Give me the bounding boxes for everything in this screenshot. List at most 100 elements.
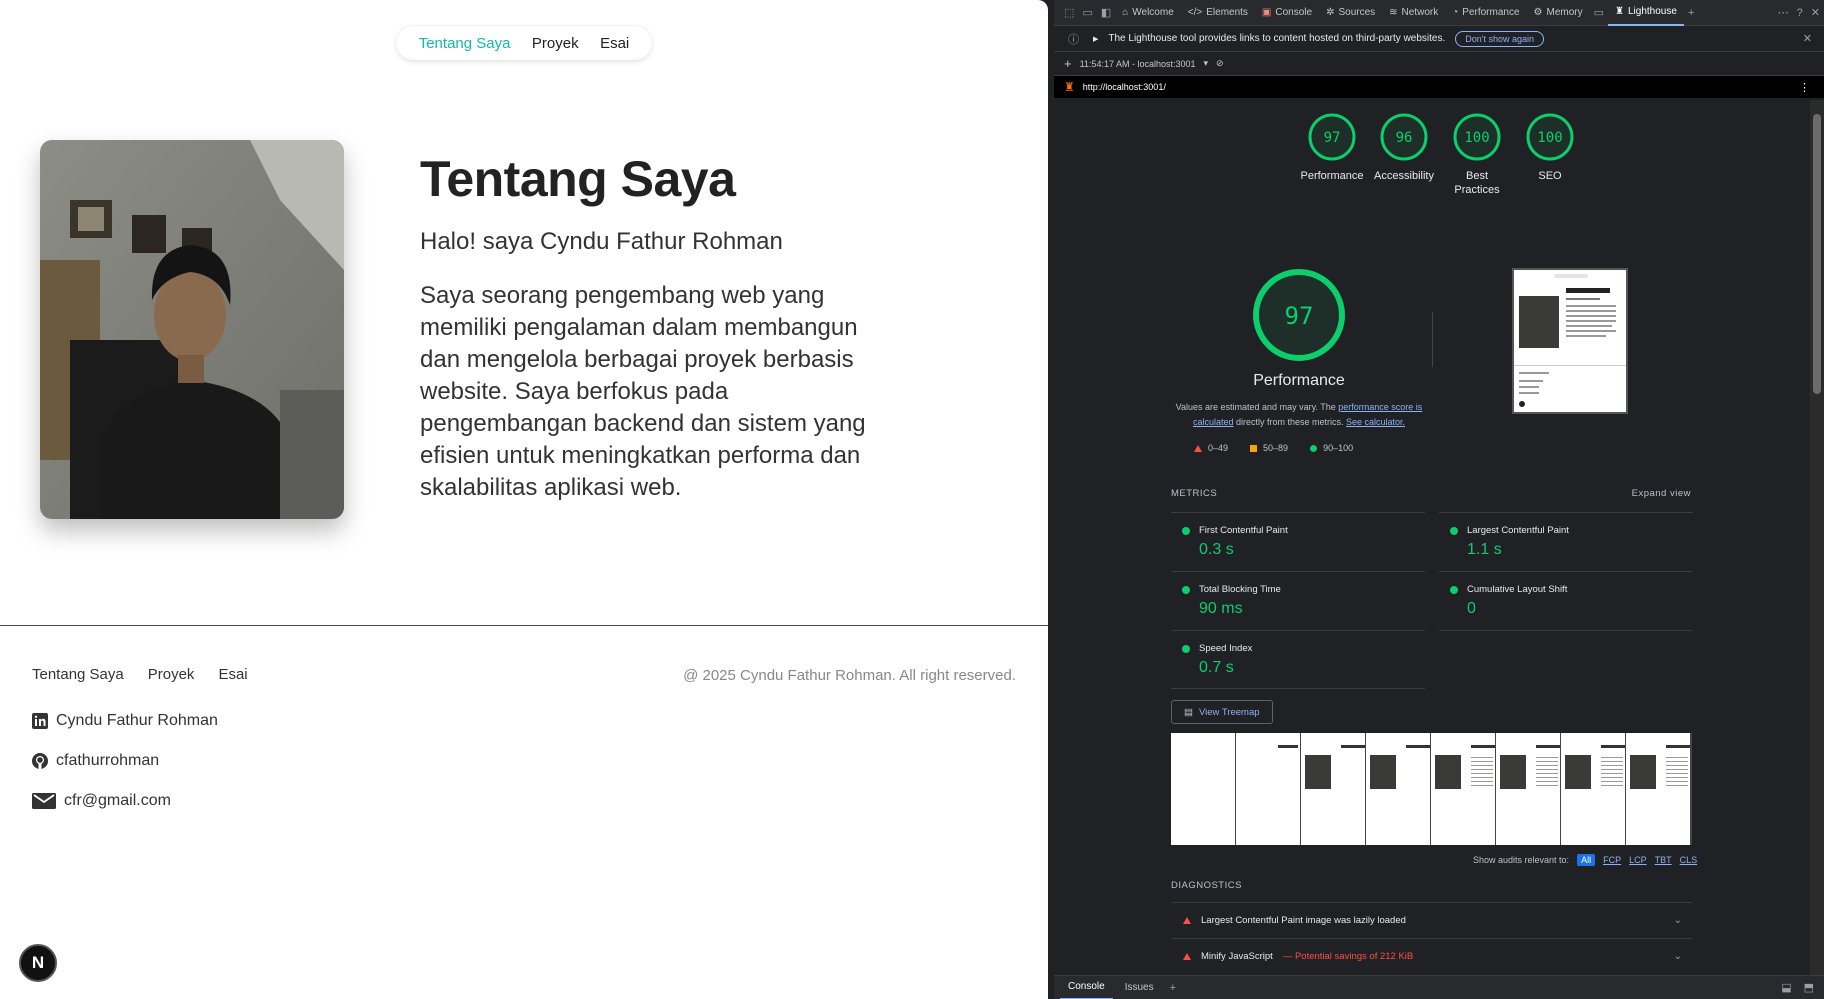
- add-tab-icon[interactable]: +: [1684, 7, 1698, 19]
- tab-memory[interactable]: ⚙ Memory: [1527, 0, 1590, 26]
- expand-arrow-icon[interactable]: ▶: [1093, 35, 1098, 43]
- filmstrip-frame: [1431, 733, 1495, 845]
- home-icon: ⌂: [1122, 7, 1129, 18]
- footer-nav-tentang-saya[interactable]: Tentang Saya: [32, 666, 124, 683]
- report-dropdown[interactable]: 11:54:17 AM - localhost:3001: [1080, 59, 1196, 69]
- linkedin-icon: [32, 713, 48, 729]
- treemap-label: View Treemap: [1198, 706, 1260, 718]
- legend-average: 50–89: [1250, 443, 1288, 453]
- see-calculator-link[interactable]: See calculator.: [1346, 417, 1405, 427]
- treemap-icon: ▤: [1184, 706, 1193, 718]
- info-icon: ⓘ: [1068, 33, 1079, 46]
- email-link[interactable]: cfr@gmail.com: [32, 792, 171, 810]
- menu-icon[interactable]: ⋮: [1799, 81, 1824, 94]
- bio-line: website. Saya berfokus pada: [420, 378, 729, 405]
- performance-big-gauge: 97: [1244, 265, 1354, 368]
- inspect-icon[interactable]: ⬚: [1060, 6, 1078, 19]
- scroll-thumb[interactable]: [1813, 114, 1821, 394]
- filmstrip-frame: [1496, 733, 1560, 845]
- filter-all[interactable]: All: [1577, 854, 1596, 866]
- pass-dot-icon: [1182, 527, 1190, 535]
- drawer-tab-issues[interactable]: Issues: [1117, 976, 1162, 999]
- device-toggle-icon[interactable]: ▭: [1078, 6, 1096, 19]
- filmstrip-frame: [1171, 733, 1235, 845]
- filter-tbt[interactable]: TBT: [1655, 855, 1672, 865]
- copyright-text: @ 2025 Cyndu Fathur Rohman. All right re…: [683, 667, 1016, 684]
- tab-performance[interactable]: ◔ Performance: [1445, 0, 1526, 26]
- metric-divider: [1439, 630, 1693, 631]
- github-link[interactable]: cfathurrohman: [32, 752, 159, 770]
- footer-nav-esai[interactable]: Esai: [218, 666, 247, 683]
- tab-sources[interactable]: ✲ Sources: [1319, 0, 1382, 26]
- report-scrollbar[interactable]: [1810, 100, 1824, 975]
- footer-nav-proyek[interactable]: Proyek: [148, 666, 195, 683]
- more-icon[interactable]: ⋯: [1774, 6, 1793, 19]
- diagnostics-title: DIAGNOSTICS: [1171, 880, 1242, 891]
- score-best-practices[interactable]: 100 Best Practices: [1442, 112, 1512, 197]
- new-report-icon[interactable]: +: [1064, 56, 1072, 71]
- tab-lighthouse[interactable]: ♜ Lighthouse: [1608, 0, 1684, 26]
- score-gauge: 97: [1253, 269, 1345, 361]
- tab-welcome[interactable]: ⌂ Welcome: [1115, 0, 1181, 26]
- footer-divider: [0, 625, 1048, 626]
- big-score-value: 97: [1285, 302, 1314, 330]
- clear-icon[interactable]: ⊘: [1216, 58, 1224, 69]
- tab-label: Sources: [1338, 7, 1376, 18]
- dock-icon[interactable]: ◧: [1097, 6, 1115, 19]
- diagnostic-text: Largest Contentful Paint image was lazil…: [1201, 915, 1406, 926]
- dock-drawer-icon[interactable]: ⬓: [1777, 981, 1795, 994]
- bio-line: dan mengelola berbagai proyek berbasis: [420, 346, 854, 373]
- tab-console[interactable]: ▣ Console: [1255, 0, 1319, 26]
- diagnostic-item[interactable]: Minify JavaScript — Potential savings of…: [1171, 938, 1692, 974]
- help-icon[interactable]: ?: [1793, 7, 1807, 19]
- application-icon[interactable]: ▭: [1590, 6, 1608, 19]
- metric-speed-index: Speed Index 0.7 s: [1171, 630, 1425, 689]
- expand-view-toggle[interactable]: Expand view: [1632, 488, 1691, 499]
- nav-tentang-saya[interactable]: Tentang Saya: [419, 35, 511, 52]
- metric-name: Total Blocking Time: [1199, 584, 1281, 595]
- filmstrip-frame: [1301, 733, 1365, 845]
- filter-fcp[interactable]: FCP: [1603, 855, 1621, 865]
- bio-line: memiliki pengalaman dalam membangun: [420, 314, 858, 341]
- chevron-down-icon: ⌄: [1673, 915, 1682, 926]
- chevron-down-icon[interactable]: ▾: [1204, 58, 1209, 69]
- score-performance[interactable]: 97 Performance: [1297, 112, 1367, 183]
- close-devtools-icon[interactable]: ✕: [1807, 6, 1824, 19]
- filmstrip: [1171, 733, 1692, 845]
- console-icon: ▣: [1261, 7, 1272, 18]
- diagnostic-item[interactable]: Largest Contentful Paint image was lazil…: [1171, 902, 1692, 938]
- drawer-tab-console[interactable]: Console: [1060, 976, 1113, 999]
- report-selector: + 11:54:17 AM - localhost:3001 ▾ ⊘: [1054, 52, 1824, 76]
- tab-network[interactable]: ≋ Network: [1382, 0, 1445, 26]
- lighthouse-logo-icon: ♜: [1064, 80, 1075, 94]
- view-treemap-button[interactable]: ▤ View Treemap: [1171, 700, 1273, 724]
- close-notice-icon[interactable]: ✕: [1799, 32, 1824, 45]
- filter-lcp[interactable]: LCP: [1629, 855, 1647, 865]
- add-drawer-tab-icon[interactable]: +: [1166, 982, 1180, 994]
- tab-elements[interactable]: </> Elements: [1181, 0, 1255, 26]
- tab-label: Network: [1401, 7, 1439, 18]
- metric-lcp: Largest Contentful Paint 1.1 s: [1439, 512, 1693, 571]
- notice-text: The Lighthouse tool provides links to co…: [1108, 33, 1446, 44]
- tab-label: Welcome: [1132, 7, 1174, 18]
- filter-cls[interactable]: CLS: [1680, 855, 1698, 865]
- diagnostic-savings: — Potential savings of 212 KiB: [1282, 951, 1414, 962]
- score-gauge: 96: [1380, 113, 1428, 161]
- close-drawer-icon[interactable]: ⬒: [1800, 981, 1824, 994]
- score-accessibility[interactable]: 96 Accessibility: [1369, 112, 1439, 183]
- email-text: cfr@gmail.com: [64, 792, 171, 809]
- dont-show-again-button[interactable]: Don't show again: [1455, 30, 1545, 47]
- score-seo[interactable]: 100 SEO: [1515, 112, 1585, 183]
- gauge-separator: [1432, 312, 1433, 367]
- mail-icon: [32, 793, 56, 809]
- lighthouse-icon: ♜: [1615, 6, 1624, 17]
- nextjs-dev-badge[interactable]: N: [19, 944, 57, 982]
- memory-icon: ⚙: [1533, 7, 1543, 18]
- linkedin-link[interactable]: Cyndu Fathur Rohman: [32, 712, 218, 730]
- final-screenshot[interactable]: [1512, 268, 1628, 414]
- page-title: Tentang Saya: [420, 151, 736, 207]
- nav-proyek[interactable]: Proyek: [532, 35, 579, 52]
- audit-filter-label: Show audits relevant to:: [1473, 855, 1570, 865]
- nav-esai[interactable]: Esai: [600, 35, 629, 52]
- score-value: 97: [1324, 130, 1341, 146]
